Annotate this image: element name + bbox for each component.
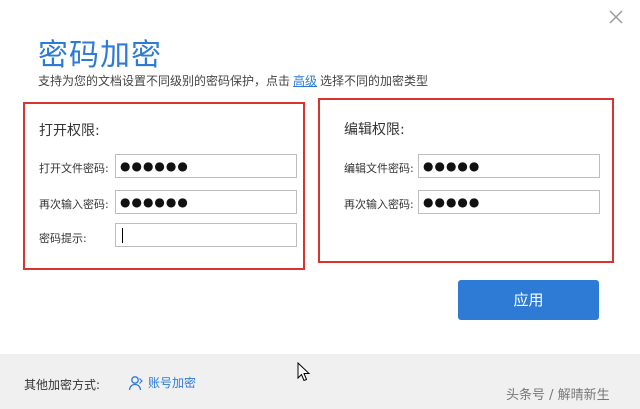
open-password-value: ●●●●●● [120,159,189,173]
edit-permission-title: 编辑权限: [344,122,405,138]
password-encryption-dialog: 密码加密 支持为您的文档设置不同级别的密码保护，点击 高级 选择不同的加密类型 打开… [0,0,640,409]
watermark-text: 头条号 / 解晴新生 [506,388,610,403]
open-password-label: 打开文件密码: [39,162,109,175]
edit-permission-panel: 编辑权限: 编辑文件密码: ●●●●● 再次输入密码: ●●●●● [318,98,614,263]
edit-password-input[interactable]: ●●●●● [418,154,600,178]
subtitle-suffix: 选择不同的加密类型 [320,74,429,88]
open-permission-panel: 打开权限: 打开文件密码: ●●●●●● 再次输入密码: ●●●●●● 密码提示… [23,102,305,270]
dialog-title: 密码加密 [38,38,162,73]
close-button[interactable] [605,6,627,28]
close-icon [609,10,623,24]
open-confirm-value: ●●●●●● [120,195,189,209]
apply-button[interactable]: 应用 [458,280,599,320]
advanced-link[interactable]: 高级 [293,74,317,88]
edit-confirm-value: ●●●●● [423,195,481,209]
password-hint-input[interactable] [115,223,297,247]
account-encryption-link[interactable]: 账号加密 [128,374,196,391]
edit-confirm-label: 再次输入密码: [344,198,414,211]
user-icon [128,375,143,390]
edit-password-label: 编辑文件密码: [344,162,414,175]
mouse-cursor-icon [297,362,311,382]
edit-password-value: ●●●●● [423,159,481,173]
password-hint-label: 密码提示: [39,232,87,245]
subtitle-prefix: 支持为您的文档设置不同级别的密码保护，点击 [38,74,291,88]
open-permission-title: 打开权限: [39,123,100,139]
edit-confirm-input[interactable]: ●●●●● [418,190,600,214]
other-encryption-label: 其他加密方式: [24,378,101,392]
open-password-input[interactable]: ●●●●●● [115,154,297,178]
text-caret [122,228,123,243]
open-confirm-label: 再次输入密码: [39,198,109,211]
dialog-subtitle: 支持为您的文档设置不同级别的密码保护，点击 高级 选择不同的加密类型 [38,72,428,89]
open-confirm-input[interactable]: ●●●●●● [115,190,297,214]
account-encryption-text: 账号加密 [148,376,197,390]
